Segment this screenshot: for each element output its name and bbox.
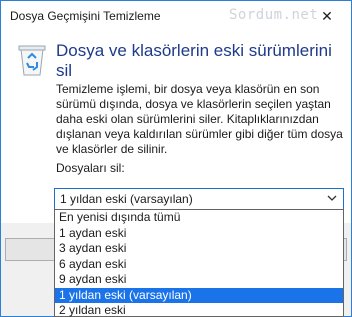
- dropdown-option[interactable]: 3 aydan eski: [55, 241, 343, 257]
- window-title: Dosya Geçmişini Temizleme: [10, 9, 161, 23]
- dropdown-option[interactable]: 1 aydan eski: [55, 226, 343, 242]
- footer-button-left[interactable]: [5, 238, 55, 261]
- page-heading: Dosya ve klasörlerin eski sürümlerini si…: [56, 41, 332, 80]
- title-bar[interactable]: Dosya Geçmişini Temizleme Sordum.net ✕: [1, 1, 351, 31]
- watermark: Sordum.net: [229, 7, 319, 23]
- files-label: Dosyaları sil:: [56, 161, 125, 175]
- recycle-bin-icon: [18, 45, 46, 76]
- dropdown-option[interactable]: 6 aydan eski: [55, 257, 343, 273]
- age-select[interactable]: 1 yıldan eski (varsayılan): [54, 188, 344, 210]
- dropdown-option[interactable]: 2 yıldan eski: [55, 303, 343, 317]
- dropdown-option-selected[interactable]: 1 yıldan eski (varsayılan): [55, 287, 343, 303]
- close-button[interactable]: ✕: [312, 6, 342, 26]
- age-dropdown-list: En yenisi dışında tümü 1 aydan eski 3 ay…: [54, 209, 344, 317]
- file-history-cleanup-window: Dosya Geçmişini Temizleme Sordum.net ✕ D…: [0, 0, 352, 317]
- dropdown-option[interactable]: En yenisi dışında tümü: [55, 210, 343, 226]
- description-text: Temizleme işlemi, bir dosya veya klasörü…: [56, 82, 343, 156]
- chevron-down-icon: [327, 195, 337, 201]
- age-select-value: 1 yıldan eski (varsayılan): [60, 192, 193, 206]
- dropdown-option[interactable]: 9 aydan eski: [55, 272, 343, 288]
